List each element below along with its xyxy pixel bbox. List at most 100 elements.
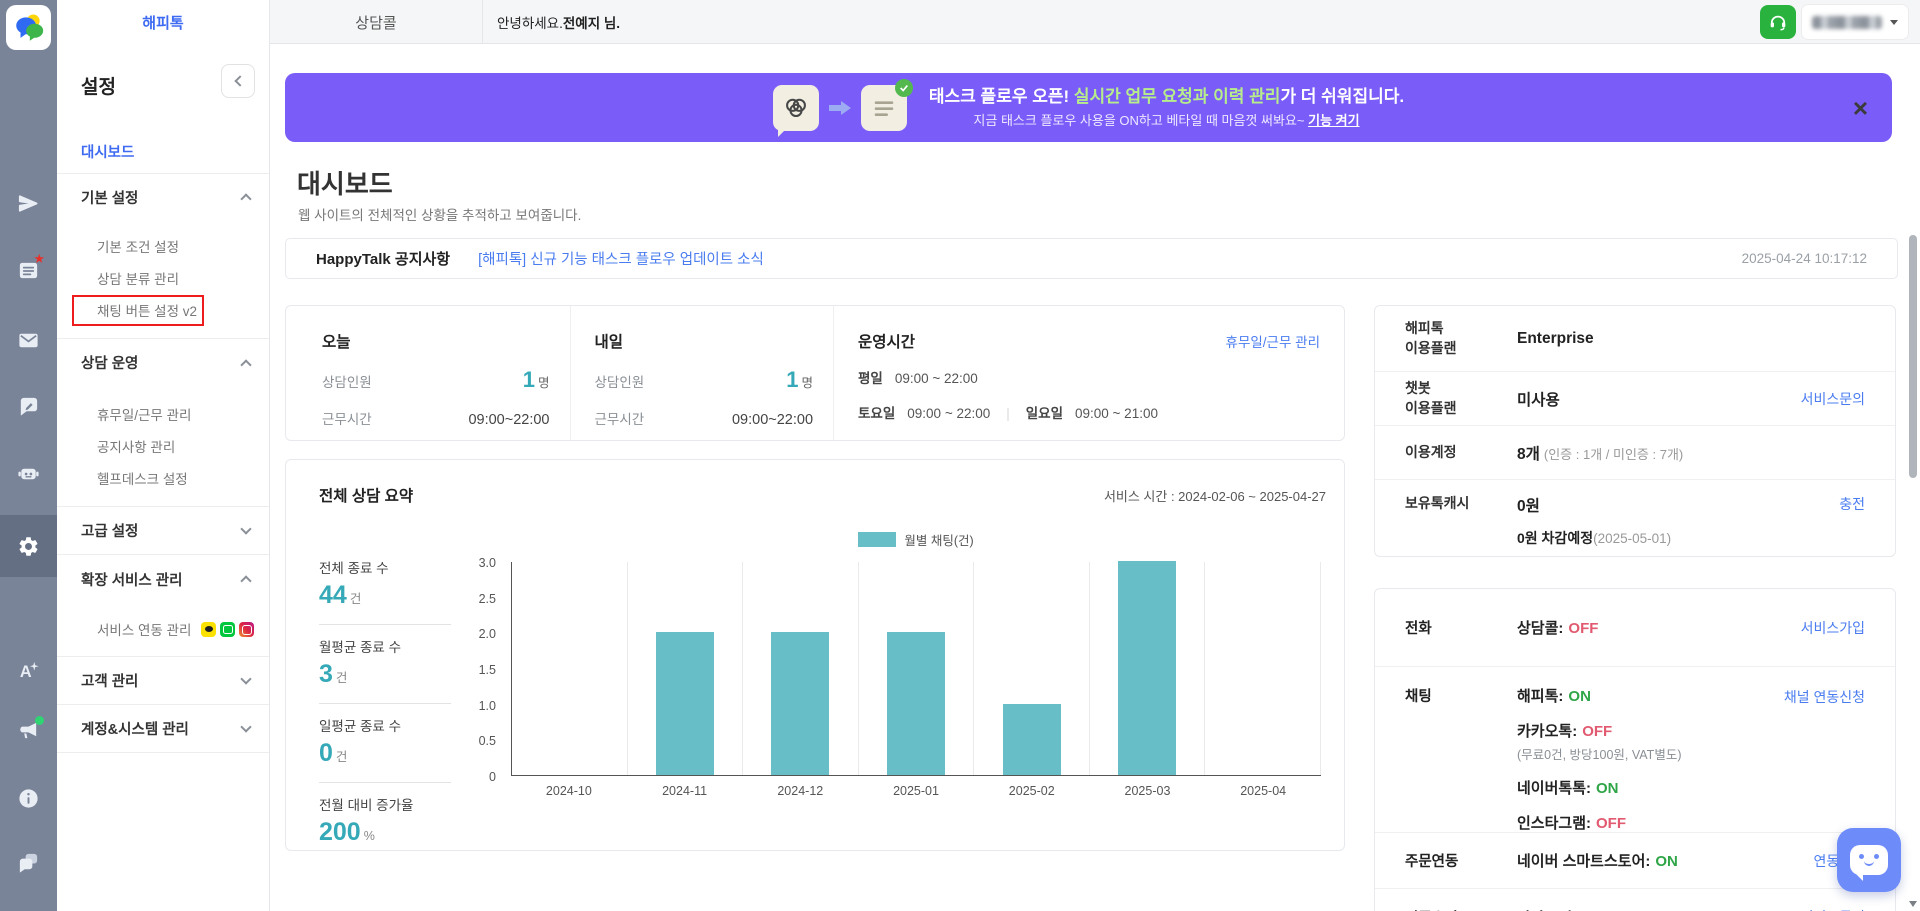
task-list-icon[interactable]: ★	[0, 248, 57, 292]
sidebar-section-customer[interactable]: 고객 관리	[57, 657, 269, 705]
sidebar-item-chat-button-v2[interactable]: 채팅 버튼 설정 v2	[57, 294, 269, 326]
accounts-detail: (인증 : 1개 / 미인증 : 7개)	[1543, 446, 1684, 462]
summary-stat: 일평균 종료 수0건	[319, 704, 451, 783]
sidebar-section-advanced[interactable]: 고급 설정	[57, 507, 269, 555]
tab-consult-call[interactable]: 상담콜	[270, 0, 483, 44]
sidebar-section-account-system[interactable]: 계정&시스템 관리	[57, 705, 269, 753]
chatbot-plan-value: 미사용	[1517, 391, 1560, 409]
sidebar-collapse-button[interactable]	[221, 64, 255, 98]
holiday-work-link[interactable]: 휴무일/근무 관리	[1226, 331, 1320, 351]
task-doc-icon	[860, 78, 913, 131]
tab-happytalk[interactable]: 해피톡	[57, 0, 270, 44]
sidebar-item-holiday-work[interactable]: 휴무일/근무 관리	[57, 398, 269, 430]
notice-link[interactable]: [해피톡] 신규 기능 태스크 플로우 업데이트 소식	[478, 248, 764, 269]
auth-service-inquiry-link[interactable]: 서비스문의	[1801, 907, 1865, 911]
sidebar-item-service-link[interactable]: 서비스 연동 관리	[57, 613, 269, 645]
summary-stats: 전체 종료 수 44 건 월평균 종료 수 3 건 일평균 종료 수 0 건 전월 대비 증가율 2…	[319, 546, 451, 861]
today-agent-count: 1	[522, 367, 535, 392]
saturday-hours: 09:00 ~ 22:00	[907, 406, 991, 421]
recharge-link[interactable]: 충전	[1839, 494, 1865, 514]
task-flow-promo-banner: 태스크 플로우 오픈! 실시간 업무 요청과 이력 관리가 더 쉬워집니다. 지…	[285, 73, 1892, 142]
sidebar-section-extension[interactable]: 확장 서비스 관리	[57, 555, 269, 603]
kakaotalk-icon	[201, 621, 217, 637]
chart-column	[628, 562, 744, 775]
megaphone-icon[interactable]	[0, 708, 57, 752]
service-time-range: 서비스 시간 : 2024-02-06 ~ 2025-04-27	[1103, 489, 1326, 504]
enable-feature-link[interactable]: 기능 켜기	[1308, 113, 1359, 128]
happytalk-admin-screen: ★ A 해피톡 상담콜 안녕하세요. 전예지 님. 설정 대시보드 기본 설정 …	[0, 0, 1920, 911]
scrollbar-down-arrow[interactable]	[1909, 901, 1917, 907]
sidebar-item-consult-category[interactable]: 상담 분류 관리	[57, 262, 269, 294]
happytalk-plan-row: 해피톡 이용플랜 Enterprise	[1375, 306, 1895, 372]
service-signup-link[interactable]: 서비스가입	[1801, 618, 1865, 638]
auth-method-row: 인증수단 카카오싱크 서비스문의	[1375, 889, 1895, 911]
chart-column	[1205, 562, 1322, 775]
sidebar-item-helpdesk[interactable]: 헬프데스크 설정	[57, 462, 269, 494]
settings-sidebar: 설정 대시보드 기본 설정 기본 조건 설정 상담 분류 관리 채팅 버튼 설정…	[57, 44, 270, 911]
tomorrow-agent-count: 1	[786, 367, 799, 392]
page-title: 대시보드	[297, 169, 393, 199]
tomorrow-title: 내일	[594, 334, 624, 351]
naver-talktalk-status: ON	[1596, 780, 1619, 797]
ai-sparkle-icon[interactable]: A	[0, 648, 57, 692]
happytalk-logo-icon[interactable]	[6, 5, 51, 50]
consult-call-status: OFF	[1568, 620, 1599, 637]
compose-chat-icon[interactable]	[0, 384, 57, 428]
sidebar-item-notice-mgmt[interactable]: 공지사항 관리	[57, 430, 269, 462]
talk-cash-balance: 0원	[1517, 498, 1540, 515]
chart-bar	[771, 632, 830, 775]
instagram-status: OFF	[1596, 815, 1626, 832]
chart-x-tick-label: 2025-03	[1124, 784, 1171, 798]
greeting-name: 전예지 님.	[562, 15, 621, 31]
sidebar-section-basic-settings[interactable]: 기본 설정	[57, 174, 269, 220]
kakaotalk-status: OFF	[1582, 723, 1613, 740]
chat-row: 채팅 해피톡: ON 카카오톡: OFF (무료0건, 방당100원, VAT별도)…	[1375, 667, 1895, 833]
page-subtitle: 웹 사이트의 전체적인 상황을 추적하고 보여줍니다.	[298, 208, 582, 223]
chatbot-icon[interactable]	[0, 451, 57, 495]
app-icon-rail: ★ A	[0, 0, 57, 911]
svg-text:A: A	[20, 663, 32, 681]
sidebar-item-basic-condition[interactable]: 기본 조건 설정	[57, 230, 269, 262]
greeting-prefix: 안녕하세요.	[497, 15, 563, 31]
settings-gear-icon[interactable]	[0, 524, 57, 568]
send-icon[interactable]	[0, 181, 57, 225]
stacked-chats-icon[interactable]	[0, 840, 57, 884]
chat-face-icon	[1850, 845, 1888, 881]
phone-row: 전화 상담콜: OFF 서비스가입	[1375, 589, 1895, 667]
greeting-text: 안녕하세요. 전예지 님.	[483, 0, 620, 43]
chart-x-labels: 2024-10 2024-11 2024-12 2025-01 2025-02 2025-…	[511, 784, 1321, 798]
service-inquiry-link[interactable]: 서비스문의	[1801, 389, 1865, 409]
chart-column	[512, 562, 628, 775]
chart-y-tick-label: 2.0	[478, 627, 496, 642]
info-icon[interactable]	[0, 776, 57, 820]
channel-link-request[interactable]: 채널 연동신청	[1784, 687, 1865, 707]
daily-status-card: 오늘 상담인원 1명 근무시간 09:00~22:00 내일 상담인원 1명 근…	[285, 305, 1345, 441]
instagram-icon	[239, 621, 255, 637]
banner-illustration	[772, 78, 913, 137]
consult-summary-card: 전체 상담 요약 서비스 시간 : 2024-02-06 ~ 2025-04-2…	[285, 459, 1345, 851]
user-account-menu[interactable]	[1802, 5, 1908, 39]
banner-close-icon[interactable]: ×	[1853, 95, 1868, 121]
main-content: 태스크 플로우 오픈! 실시간 업무 요청과 이력 관리가 더 쉬워집니다. 지…	[270, 44, 1920, 911]
hours-title: 운영시간	[858, 334, 916, 351]
chevron-up-icon	[240, 193, 252, 205]
support-headset-button[interactable]	[1760, 5, 1796, 39]
chart-y-tick-label: 2.5	[478, 591, 496, 606]
today-work-hours: 09:00~22:00	[468, 412, 550, 428]
summary-stat: 전월 대비 증가율 200%	[319, 798, 414, 846]
scrollbar-thumb[interactable]	[1909, 235, 1917, 478]
mail-icon[interactable]	[0, 318, 57, 362]
notice-bar: HappyTalk 공지사항 [해피톡] 신규 기능 태스크 플로우 업데이트 …	[285, 238, 1898, 279]
chart-column	[859, 562, 975, 775]
sidebar-section-consult-ops[interactable]: 상담 운영	[57, 339, 269, 386]
notice-timestamp: 2025-04-24 10:17:12	[1741, 251, 1867, 266]
page-scrollbar	[1906, 0, 1920, 911]
sidebar-item-dashboard[interactable]: 대시보드	[57, 130, 269, 174]
chart-y-tick-label: 0	[489, 770, 496, 784]
happytalk-status: ON	[1568, 688, 1591, 705]
today-section: 오늘 상담인원 1명 근무시간 09:00~22:00	[286, 306, 570, 440]
smartstore-status: ON	[1655, 853, 1678, 870]
chat-widget-button[interactable]	[1837, 828, 1901, 892]
arrow-right-icon	[828, 100, 851, 115]
top-bar: 해피톡 상담콜 안녕하세요. 전예지 님.	[57, 0, 1920, 44]
